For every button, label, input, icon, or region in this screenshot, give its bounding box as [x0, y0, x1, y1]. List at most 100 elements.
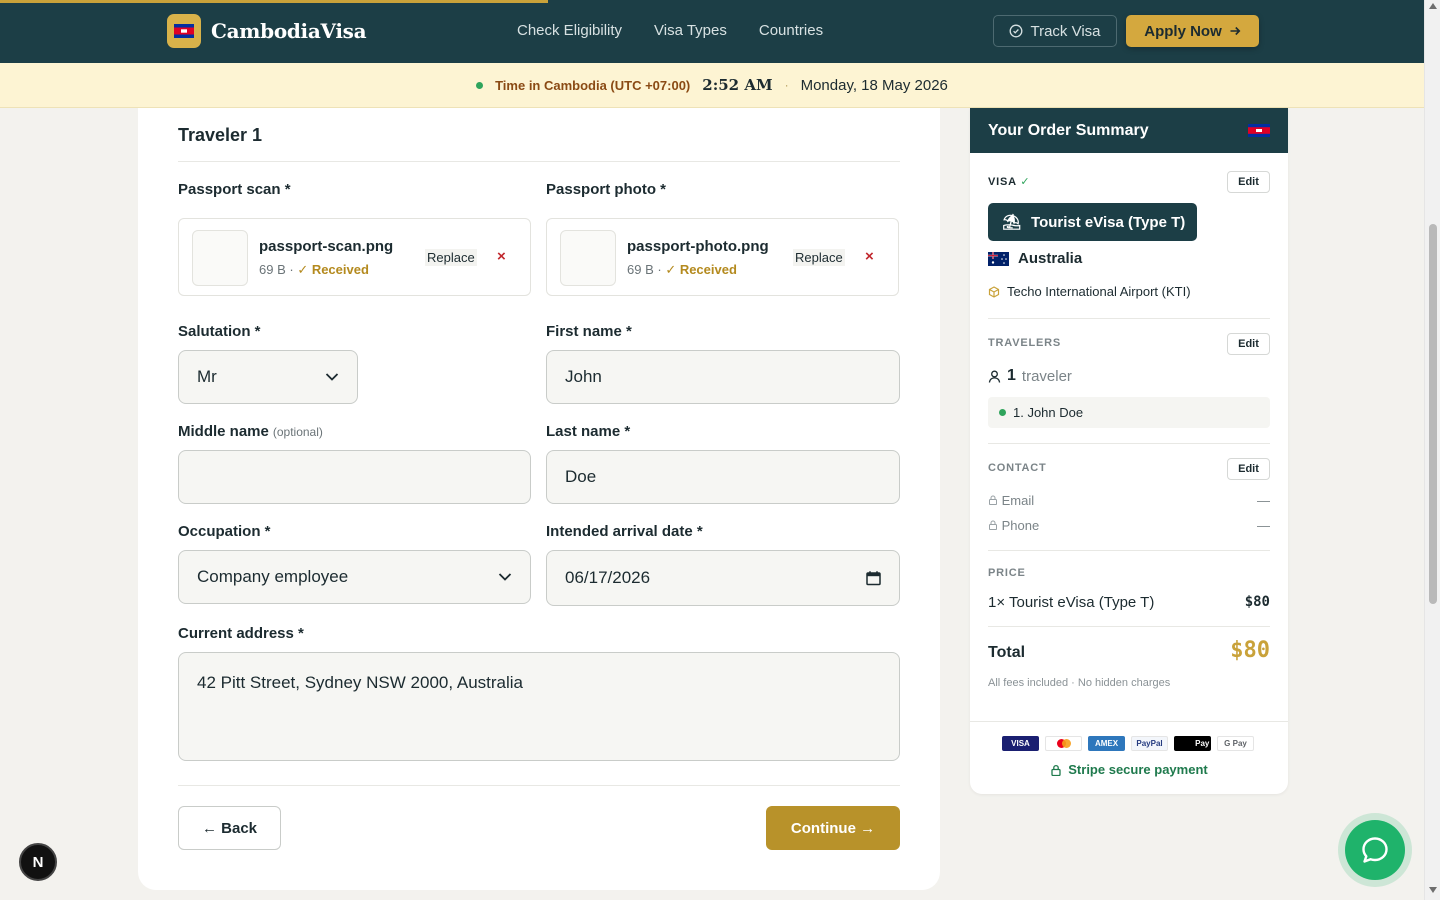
replace-passport-scan-button[interactable]: Replace [425, 249, 477, 266]
divider [988, 318, 1270, 319]
last-name-input[interactable]: Doe [546, 450, 900, 504]
price-section-label: PRICE [988, 567, 1026, 579]
contact-phone-label-wrap: Phone [988, 518, 1039, 533]
occupation-label: Occupation * [178, 523, 271, 540]
visa-section-label: VISA ✓ [988, 175, 1030, 188]
scroll-up-arrow-icon[interactable] [1429, 3, 1437, 9]
divider [178, 785, 900, 786]
arrival-date-label: Intended arrival date * [546, 523, 703, 540]
address-value: 42 Pitt Street, Sydney NSW 2000, Austral… [197, 673, 523, 692]
airport-name: Techo International Airport (KTI) [1007, 284, 1191, 299]
apply-now-button[interactable]: Apply Now [1126, 15, 1259, 47]
contact-phone-row: Phone — [988, 518, 1270, 533]
apple-logo-icon [1174, 736, 1192, 751]
nav-countries[interactable]: Countries [759, 22, 823, 39]
cambodia-flag-icon [1248, 124, 1270, 137]
brand-logo-link[interactable]: CambodiaVisa [167, 14, 367, 48]
brand-name: CambodiaVisa [211, 19, 367, 43]
occupation-value: Company employee [197, 567, 349, 586]
divider [988, 550, 1270, 551]
edit-visa-button[interactable]: Edit [1227, 171, 1270, 193]
line-item-amount: $80 [1244, 594, 1270, 610]
airport-row: Techo International Airport (KTI) [988, 284, 1191, 299]
traveler-list-item: 1. John Doe [988, 397, 1270, 428]
total-amount: $80 [1230, 638, 1270, 663]
address-textarea[interactable]: 42 Pitt Street, Sydney NSW 2000, Austral… [178, 652, 900, 761]
main-nav: Check Eligibility Visa Types Countries [517, 22, 823, 39]
occupation-select[interactable]: Company employee [178, 550, 531, 604]
total-row: Total $80 [988, 638, 1270, 663]
edit-contact-button[interactable]: Edit [1227, 458, 1270, 480]
local-time: 2:52 AM [702, 76, 773, 94]
middle-name-input[interactable] [178, 450, 531, 504]
nextjs-dev-badge[interactable]: N [19, 843, 57, 881]
scrollbar-thumb[interactable] [1429, 224, 1437, 604]
top-navigation: CambodiaVisa Check Eligibility Visa Type… [0, 0, 1424, 63]
passport-photo-label: Passport photo * [546, 181, 667, 198]
check-icon: ✓ [1020, 176, 1031, 188]
salutation-value: Mr [197, 367, 217, 386]
clock-check-icon [1010, 24, 1023, 38]
chevron-down-icon [325, 373, 339, 381]
file-size: 69 B · [259, 262, 294, 277]
timezone-label: Time in Cambodia (UTC +07:00) [495, 77, 691, 93]
amex-card-icon: AMEX [1088, 736, 1125, 751]
visa-type-label: Tourist eVisa (Type T) [1031, 213, 1186, 231]
travelers-section-label: TRAVELERS [988, 337, 1062, 349]
order-summary-title: Your Order Summary [988, 121, 1149, 139]
remove-passport-photo-button[interactable]: × [865, 248, 874, 265]
nav-check-eligibility[interactable]: Check Eligibility [517, 22, 622, 39]
package-icon [988, 285, 1000, 298]
cambodia-time-bar: Time in Cambodia (UTC +07:00) 2:52 AM · … [0, 63, 1424, 108]
page-scrollbar[interactable] [1424, 0, 1440, 900]
phone-value: — [1257, 518, 1270, 533]
country-row: Australia [988, 250, 1082, 267]
arrival-date-input[interactable]: 06/17/2026 [546, 550, 900, 606]
passport-scan-label: Passport scan * [178, 181, 291, 198]
email-value: — [1257, 493, 1270, 508]
track-visa-button[interactable]: Track Visa [993, 15, 1117, 47]
total-label: Total [988, 644, 1026, 661]
arrow-right-icon [1230, 26, 1241, 36]
apple-pay-label: Pay [1195, 739, 1210, 748]
contact-email-label-wrap: Email [988, 493, 1034, 508]
arrival-date-value: 06/17/2026 [565, 568, 651, 587]
calendar-icon[interactable] [866, 571, 881, 586]
australia-flag-icon [988, 251, 1009, 266]
salutation-select[interactable]: Mr [178, 350, 358, 404]
traveler-word: traveler [1021, 367, 1072, 385]
first-name-input[interactable]: John [546, 350, 900, 404]
stripe-secure-note: Stripe secure payment [970, 762, 1288, 777]
traveler-entry: 1. John Doe [1013, 405, 1084, 420]
visa-label-text: VISA [988, 176, 1017, 188]
file-size: 69 B · [627, 262, 662, 277]
continue-button[interactable]: Continue → [766, 806, 900, 850]
nav-visa-types[interactable]: Visa Types [654, 22, 727, 39]
back-button[interactable]: ← Back [178, 806, 281, 850]
phone-label: Phone [1001, 518, 1040, 533]
chevron-down-icon [498, 573, 512, 581]
passport-scan-filename: passport-scan.png [259, 238, 394, 255]
scroll-down-arrow-icon[interactable] [1429, 887, 1437, 893]
passport-photo-thumbnail [560, 230, 616, 286]
replace-passport-photo-button[interactable]: Replace [793, 249, 845, 266]
beach-umbrella-icon: ⛱ [1002, 214, 1022, 231]
page-progress-bar [0, 0, 548, 3]
user-icon [988, 370, 1001, 383]
received-status: ✓ Received [665, 262, 737, 277]
passport-scan-meta: 69 B · ✓ Received [259, 262, 369, 278]
middle-name-label-text: Middle name [178, 423, 269, 440]
fees-note: All fees included · No hidden charges [988, 677, 1171, 689]
divider [178, 161, 900, 162]
lock-icon [989, 520, 997, 530]
paypal-icon: PayPal [1131, 736, 1168, 751]
remove-passport-scan-button[interactable]: × [497, 248, 506, 265]
last-name-label: Last name * [546, 423, 631, 440]
google-pay-icon: G Pay [1217, 736, 1254, 751]
first-name-label: First name * [546, 323, 632, 340]
chat-support-button[interactable] [1345, 820, 1405, 880]
edit-travelers-button[interactable]: Edit [1227, 333, 1270, 355]
line-item-label: 1× Tourist eVisa (Type T) [988, 594, 1155, 611]
country-name: Australia [1018, 250, 1083, 267]
payment-method-logos: VISA AMEX PayPal Pay G Pay [1002, 736, 1254, 751]
